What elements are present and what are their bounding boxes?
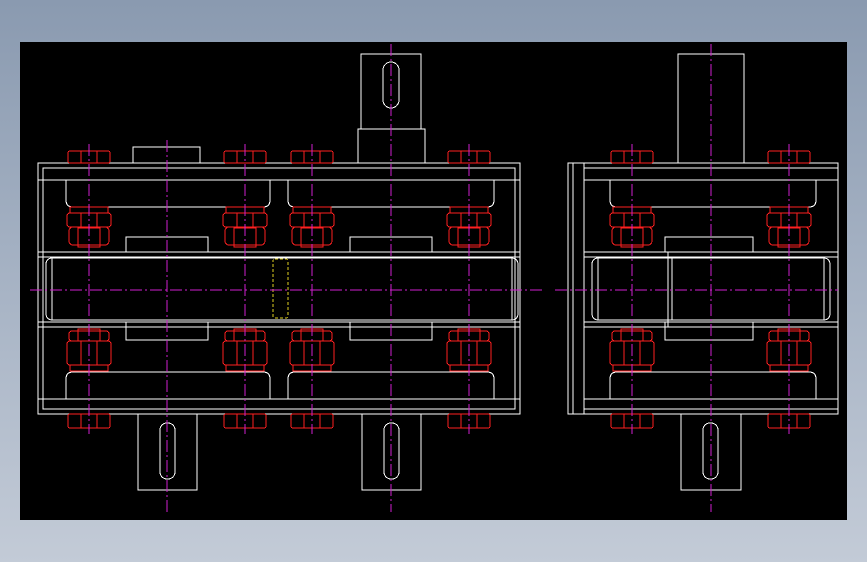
front-housing-outer — [37, 162, 521, 415]
hidden-lines — [272, 258, 289, 319]
side-housing-outer — [567, 162, 839, 415]
centerlines — [30, 44, 838, 512]
gearbox-assembly-drawing — [30, 44, 839, 512]
front-upper-cover-left — [65, 180, 271, 208]
side-lower-cover — [609, 371, 817, 399]
front-hidden-key — [272, 258, 289, 319]
side-bearing-block-lower — [664, 321, 754, 341]
front-gear-body — [45, 257, 519, 321]
cad-drawing-viewport — [20, 42, 847, 520]
side-upper-cover — [609, 180, 817, 208]
front-housing-inner — [42, 167, 516, 410]
housing-outline — [37, 53, 839, 491]
side-bearing-block-upper — [664, 236, 754, 253]
front-lower-cover-left — [65, 371, 271, 399]
